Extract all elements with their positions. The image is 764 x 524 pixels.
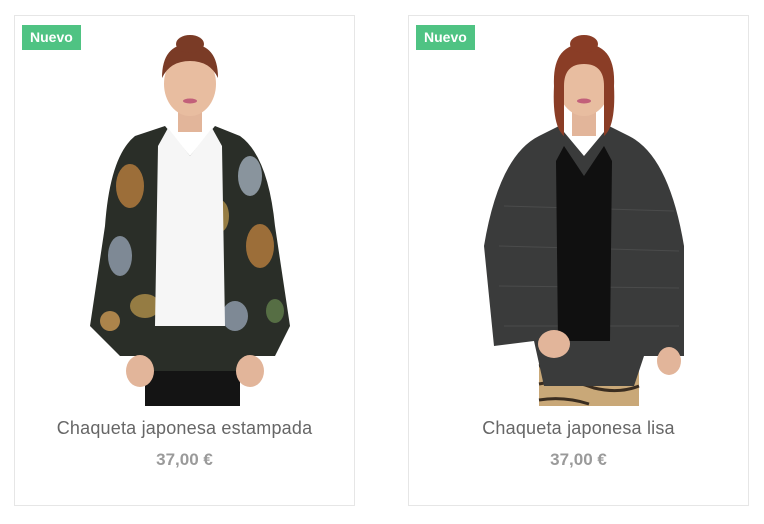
new-badge: Nuevo — [22, 25, 81, 50]
product-card[interactable]: Nuevo — [14, 15, 355, 506]
product-image[interactable] — [444, 26, 714, 406]
product-card[interactable]: Nuevo — [408, 15, 749, 506]
product-price: 37,00 € — [156, 450, 213, 469]
new-badge: Nuevo — [416, 25, 475, 50]
product-price: 37,00 € — [550, 450, 607, 469]
product-image[interactable] — [50, 26, 320, 406]
product-grid: Nuevo Chaqueta japonesa estampada 37,00 … — [0, 0, 764, 524]
product-name[interactable]: Chaqueta japonesa estampada — [15, 418, 354, 439]
product-name[interactable]: Chaqueta japonesa lisa — [409, 418, 748, 439]
